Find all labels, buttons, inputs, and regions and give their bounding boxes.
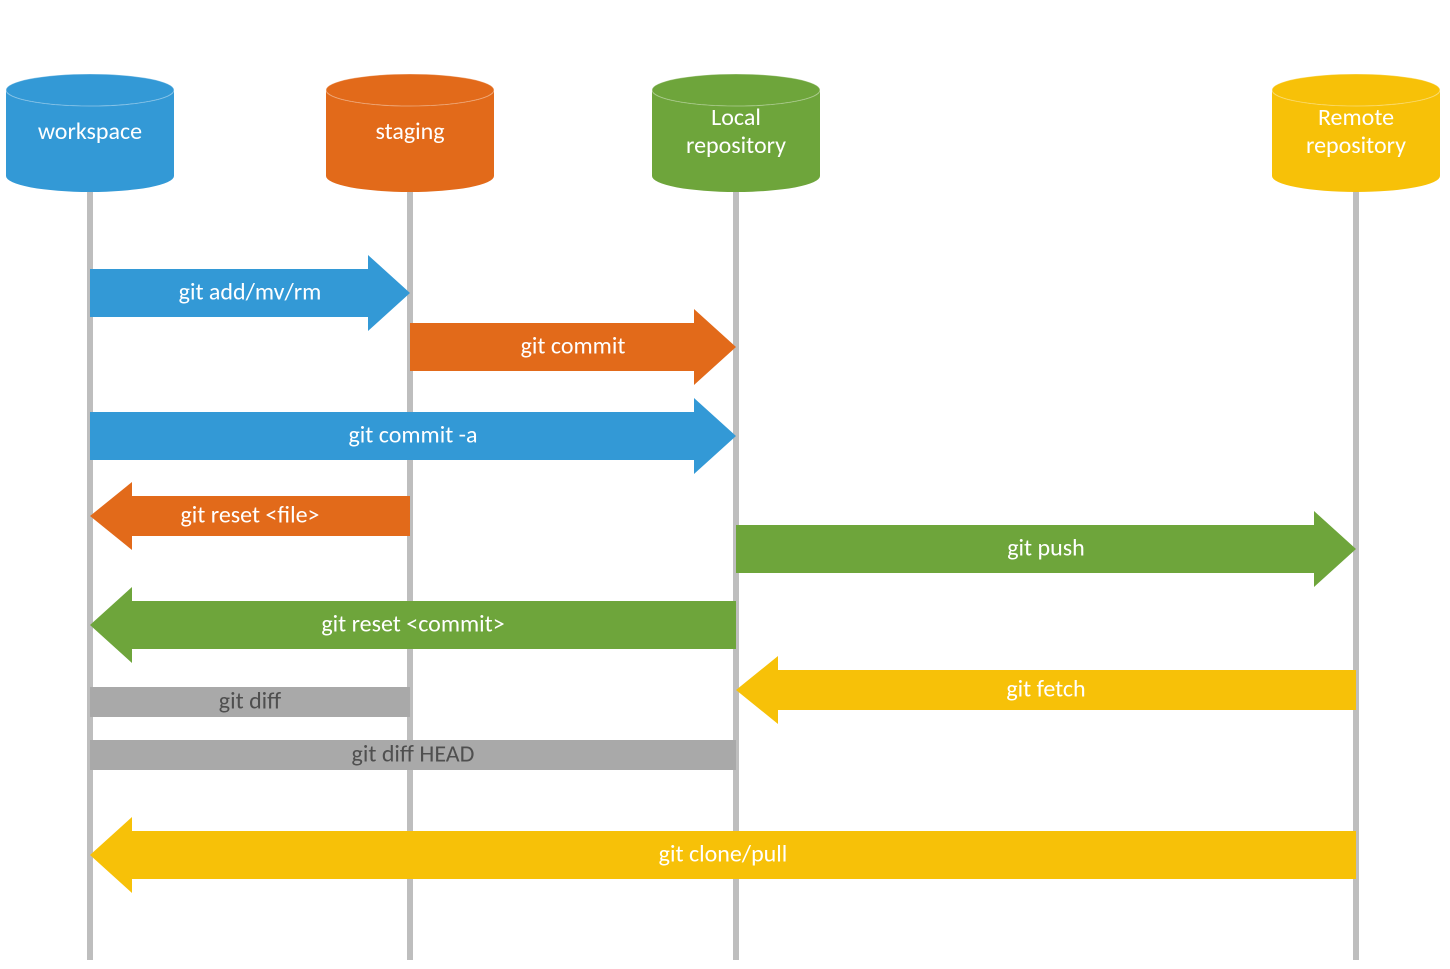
arrow-label-git-commit: git commit	[521, 332, 626, 361]
cylinder-label-workspace-0: workspace	[38, 117, 142, 146]
cylinder-staging: staging	[326, 74, 494, 192]
arrow-label-git-clone-pull: git clone/pull	[659, 840, 788, 869]
bar-label-git-diff: git diff	[219, 687, 281, 716]
arrow-git-commit: git commit	[410, 309, 736, 385]
cylinder-remote: Remoterepository	[1272, 74, 1440, 192]
cylinder-label-local-1: repository	[686, 131, 786, 160]
arrow-git-add: git add/mv/rm	[90, 255, 410, 331]
cylinder-label-remote-0: Remote	[1318, 103, 1394, 132]
arrow-label-git-push: git push	[1007, 534, 1084, 563]
cylinder-label-staging-0: staging	[375, 117, 444, 146]
bar-git-diff: git diff	[90, 687, 410, 717]
cylinder-local: Localrepository	[652, 74, 820, 192]
cylinder-label-local-0: Local	[711, 103, 761, 132]
arrow-git-push: git push	[736, 511, 1356, 587]
arrow-git-clone-pull: git clone/pull	[90, 817, 1356, 893]
cylinder-workspace: workspace	[6, 74, 174, 192]
arrow-git-reset-file: git reset <file>	[90, 482, 410, 550]
arrow-label-git-add: git add/mv/rm	[179, 278, 322, 307]
arrow-label-git-commit-a: git commit -a	[348, 421, 477, 450]
cylinder-label-remote-1: repository	[1306, 131, 1406, 160]
git-workflow-diagram: git add/mv/rm git commit git commit -a git …	[0, 0, 1450, 969]
arrow-label-git-reset-commit: git reset <commit>	[321, 610, 504, 639]
arrow-git-fetch: git fetch	[736, 656, 1356, 724]
bar-label-git-diff-head: git diff HEAD	[352, 740, 475, 769]
arrow-label-git-reset-file: git reset <file>	[181, 501, 320, 530]
bar-git-diff-head: git diff HEAD	[90, 740, 736, 770]
arrow-label-git-fetch: git fetch	[1006, 675, 1085, 704]
